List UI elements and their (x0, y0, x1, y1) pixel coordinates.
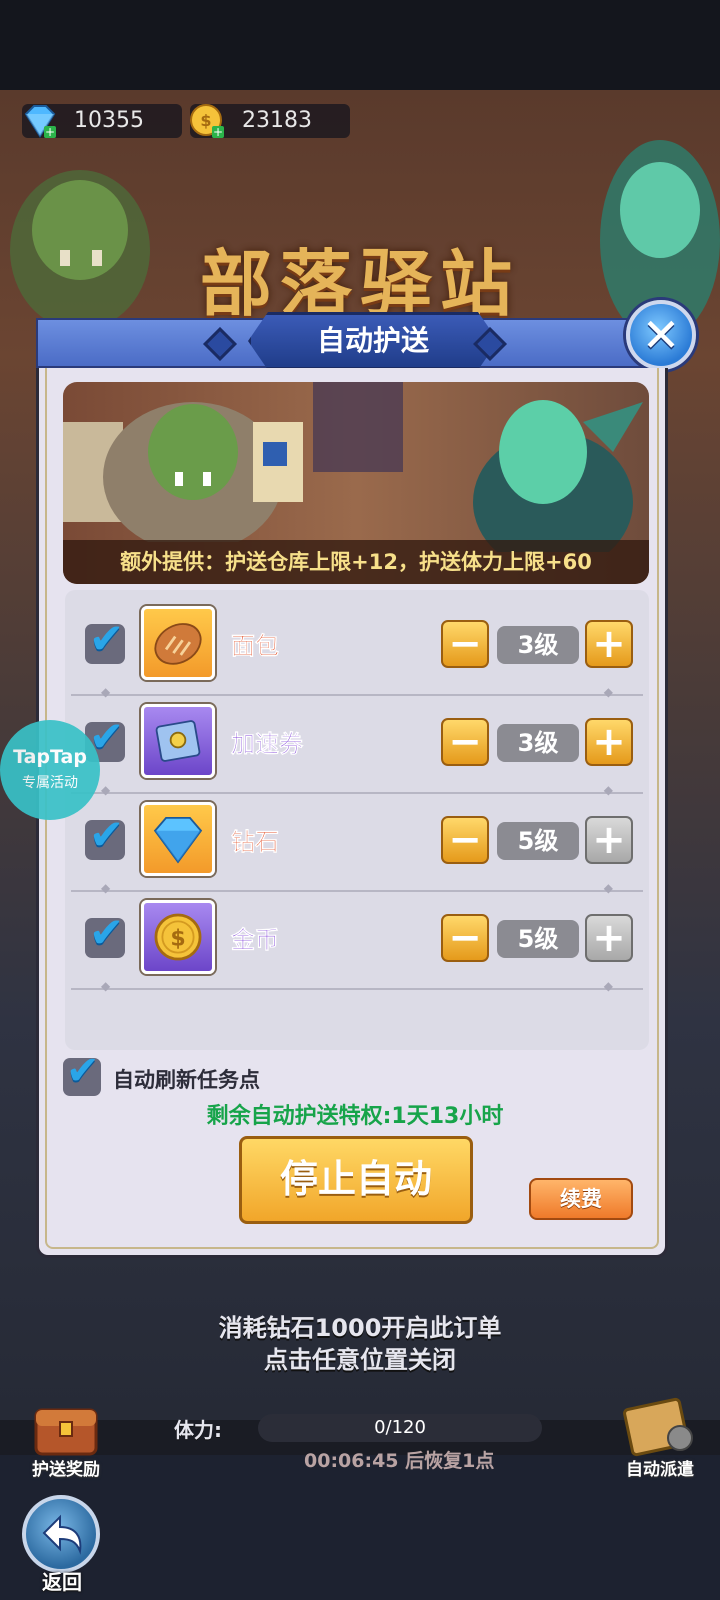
item-level: 5级 (497, 822, 579, 860)
gem-counter[interactable]: + 10355 (22, 104, 182, 139)
item-name: 面包 (231, 632, 280, 661)
gold-counter[interactable]: $ + 23183 (190, 104, 350, 139)
list-item-bread: ✔ 面包 − 3级 + (65, 596, 649, 699)
item-icon-frame (141, 802, 215, 876)
scroll-icon (155, 720, 201, 762)
list-item-speed-ticket: ✔ 加速券 − 3级 + (65, 694, 649, 797)
taptap-event-badge[interactable]: TapTap 专属活动 (0, 720, 100, 820)
close-icon: ✕ (641, 308, 681, 362)
increase-level-button[interactable]: + (585, 718, 633, 766)
item-name: 钻石 (231, 828, 280, 857)
diamond-icon (153, 816, 203, 864)
treasure-chest-icon (34, 1408, 98, 1456)
list-item-gold: ✔ $ 金币 − 5级 + (65, 890, 649, 993)
item-checkbox[interactable]: ✔ (85, 614, 125, 664)
item-name: 加速券 (231, 730, 304, 759)
back-button[interactable]: 返回 (12, 1495, 112, 1595)
list-item-diamond: ✔ 钻石 − 5级 + (65, 792, 649, 895)
checkmark-icon: ✔ (89, 810, 125, 859)
gem-icon: + (24, 105, 56, 139)
auto-dispatch-button[interactable]: 自动派遣 (610, 1390, 710, 1480)
orc-portrait (63, 402, 303, 542)
item-name: 金币 (231, 926, 280, 955)
svg-text:+: + (213, 125, 223, 139)
gold-coin-icon: $ (154, 913, 202, 961)
item-icon-frame (141, 704, 215, 778)
increase-level-button[interactable]: + (585, 620, 633, 668)
bread-icon (154, 623, 202, 665)
escort-reward-button[interactable]: 护送奖励 (16, 1390, 116, 1480)
gold-coin-icon: $ + (190, 104, 224, 139)
item-level: 3级 (497, 626, 579, 664)
header-ornament-icon (203, 327, 237, 361)
increase-level-button[interactable]: + (585, 816, 633, 864)
auto-refresh-checkbox[interactable]: ✔ (63, 1048, 101, 1096)
stamina-bar: 0/120 (258, 1414, 542, 1442)
top-bar (0, 0, 720, 90)
item-icon-frame (141, 606, 215, 680)
dialog-body: 额外提供：护送仓库上限+12，护送体力上限+60 ✔ 面包 − 3级 + ◆ ◆… (36, 368, 668, 1258)
gold-value: 23183 (242, 108, 312, 133)
back-label: 返回 (42, 1570, 82, 1594)
decrease-level-button[interactable]: − (441, 620, 489, 668)
decrease-level-button[interactable]: − (441, 816, 489, 864)
svg-text:$: $ (200, 111, 211, 130)
dialog-title: 自动护送 (248, 312, 498, 370)
escort-reward-label: 护送奖励 (32, 1460, 100, 1480)
item-level: 5级 (497, 920, 579, 958)
taptap-subtitle: 专属活动 (22, 775, 78, 791)
auto-refresh-label: 自动刷新任务点 (113, 1068, 260, 1092)
row-divider (71, 979, 643, 993)
stop-auto-button[interactable]: 停止自动 (239, 1136, 473, 1224)
gem-value: 10355 (74, 108, 144, 133)
recover-timer: 00:06:45 后恢复1点 (304, 1450, 495, 1472)
checkmark-icon: ✔ (89, 908, 125, 957)
auto-dispatch-label: 自动派遣 (626, 1460, 694, 1480)
checkmark-icon: ✔ (89, 614, 125, 663)
increase-level-button[interactable]: + (585, 914, 633, 962)
privilege-remaining-text: 剩余自动护送特权:1天13小时 (206, 1104, 504, 1129)
decrease-level-button[interactable]: − (441, 914, 489, 962)
svg-text:+: + (45, 125, 55, 139)
bonus-banner: 额外提供：护送仓库上限+12，护送体力上限+60 (63, 382, 649, 584)
item-checkbox[interactable]: ✔ (85, 810, 125, 860)
bonus-note: 额外提供：护送仓库上限+12，护送体力上限+60 (63, 540, 649, 584)
cost-hint: 消耗钻石1000开启此订单 (218, 1314, 502, 1342)
checkmark-icon: ✔ (66, 1048, 100, 1094)
stamina-value: 0/120 (374, 1417, 426, 1438)
dialog-header: 自动护送 (36, 312, 668, 370)
banner-flag (313, 382, 403, 472)
item-level: 3级 (497, 724, 579, 762)
decrease-level-button[interactable]: − (441, 718, 489, 766)
dispatch-scroll-icon (623, 1397, 693, 1457)
taptap-brand: TapTap (13, 746, 87, 768)
back-arrow-icon (22, 1495, 100, 1573)
svg-text:$: $ (170, 926, 185, 951)
close-button[interactable]: ✕ (626, 300, 696, 370)
item-icon-frame: $ (141, 900, 215, 974)
close-hint: 点击任意位置关闭 (264, 1346, 456, 1374)
renew-button[interactable]: 续费 (529, 1178, 633, 1220)
item-checkbox[interactable]: ✔ (85, 908, 125, 958)
stamina-label: 体力: (174, 1418, 222, 1442)
elf-portrait (473, 400, 643, 552)
item-list: ✔ 面包 − 3级 + ✔ (65, 590, 649, 1050)
auto-escort-dialog: 自动护送 ✕ 额外提供：护送仓库上限+12，护送体力上限+60 ✔ 面包 − 3… (36, 300, 696, 1280)
